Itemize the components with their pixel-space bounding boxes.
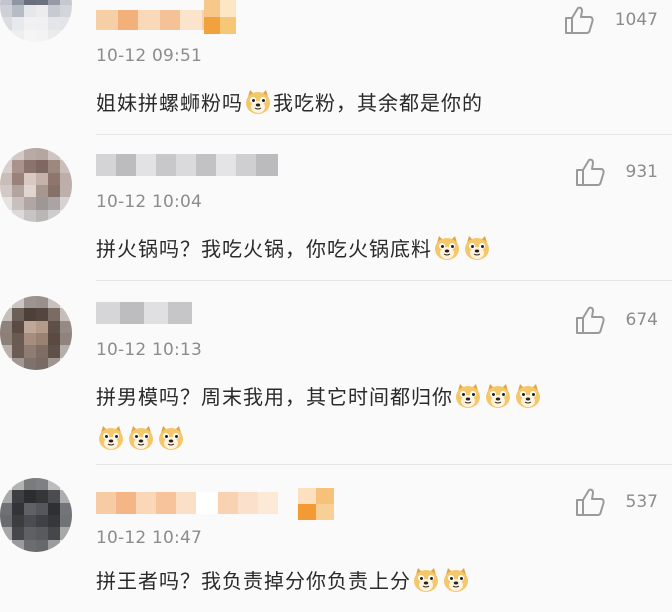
avatar[interactable] xyxy=(0,296,72,370)
doge-emoji-icon xyxy=(463,234,491,262)
comment-text: 拼男模吗？周末我用，其它时间都归你 xyxy=(96,376,656,460)
thumbs-up-icon xyxy=(574,156,606,188)
divider xyxy=(96,280,672,281)
doge-emoji-icon xyxy=(244,88,272,116)
doge-emoji-icon xyxy=(442,566,470,594)
like-count: 537 xyxy=(625,492,658,512)
user-badge xyxy=(298,488,334,520)
avatar[interactable] xyxy=(0,478,72,552)
doge-emoji-icon xyxy=(454,382,482,410)
like-count: 674 xyxy=(625,310,658,330)
doge-emoji-icon xyxy=(514,382,542,410)
avatar[interactable] xyxy=(0,0,72,42)
avatar[interactable] xyxy=(0,148,72,222)
doge-emoji-icon xyxy=(412,566,440,594)
like-button[interactable]: 931 xyxy=(574,156,658,188)
like-count: 931 xyxy=(625,162,658,182)
comment-text: 姐妹拼螺蛳粉吗 我吃粉，其余都是你的 xyxy=(96,82,656,124)
doge-emoji-icon xyxy=(157,424,185,452)
like-count: 1047 xyxy=(614,10,658,30)
like-button[interactable]: 674 xyxy=(574,304,658,336)
timestamp: 10-12 10:04 xyxy=(96,192,202,212)
like-button[interactable]: 1047 xyxy=(563,4,658,36)
timestamp: 10-12 10:47 xyxy=(96,528,202,548)
comment-item: 537 10-12 10:47 拼王者吗？我负责掉分你负责上分 xyxy=(0,464,672,612)
comment-item: 674 10-12 10:13 拼男模吗？周末我用，其它时间都归你 xyxy=(0,280,672,464)
divider xyxy=(96,464,672,465)
user-badge xyxy=(204,0,236,34)
doge-emoji-icon xyxy=(484,382,512,410)
username-blurred[interactable] xyxy=(96,154,278,176)
timestamp: 10-12 10:13 xyxy=(96,340,202,360)
thumbs-up-icon xyxy=(574,486,606,518)
comment-text: 拼王者吗？我负责掉分你负责上分 xyxy=(96,560,656,602)
timestamp: 10-12 09:51 xyxy=(96,46,202,66)
comment-item: 931 10-12 10:04 拼火锅吗？我吃火锅，你吃火锅底料 xyxy=(0,134,672,280)
thumbs-up-icon xyxy=(574,304,606,336)
like-button[interactable]: 537 xyxy=(574,486,658,518)
divider xyxy=(96,134,672,135)
comment-text: 拼火锅吗？我吃火锅，你吃火锅底料 xyxy=(96,228,656,270)
doge-emoji-icon xyxy=(97,424,125,452)
username-blurred[interactable] xyxy=(96,302,192,324)
doge-emoji-icon xyxy=(433,234,461,262)
doge-emoji-icon xyxy=(127,424,155,452)
username-blurred[interactable] xyxy=(96,492,278,514)
comment-item: 1047 10-12 09:51 姐妹拼螺蛳粉吗 我吃粉，其余都是你的 xyxy=(0,0,672,134)
thumbs-up-icon xyxy=(563,4,595,36)
